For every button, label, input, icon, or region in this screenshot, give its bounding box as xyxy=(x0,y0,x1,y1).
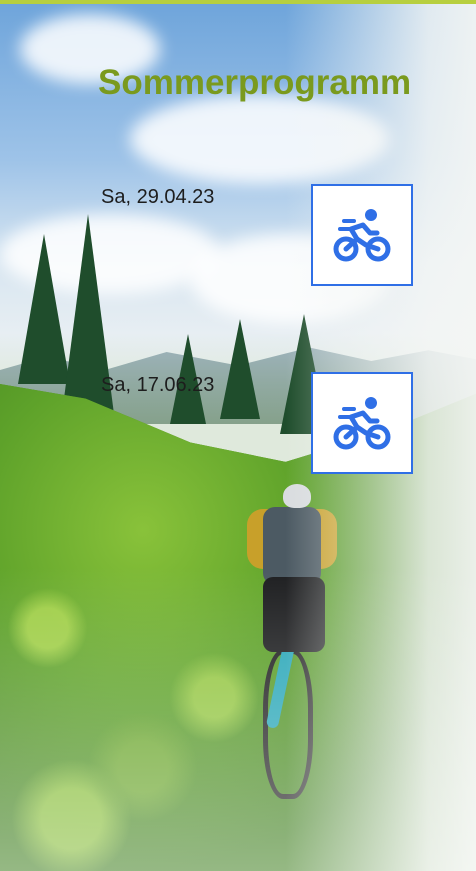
mountain-bike-icon xyxy=(333,397,391,450)
event-activity-button[interactable] xyxy=(311,372,413,474)
event-activity-button[interactable] xyxy=(311,184,413,286)
page-title: Sommerprogramm xyxy=(98,63,412,102)
mountain-bike-icon xyxy=(333,209,391,262)
event-date: Sa, 17.06.23 xyxy=(101,374,215,396)
event-date: Sa, 29.04.23 xyxy=(101,186,215,208)
